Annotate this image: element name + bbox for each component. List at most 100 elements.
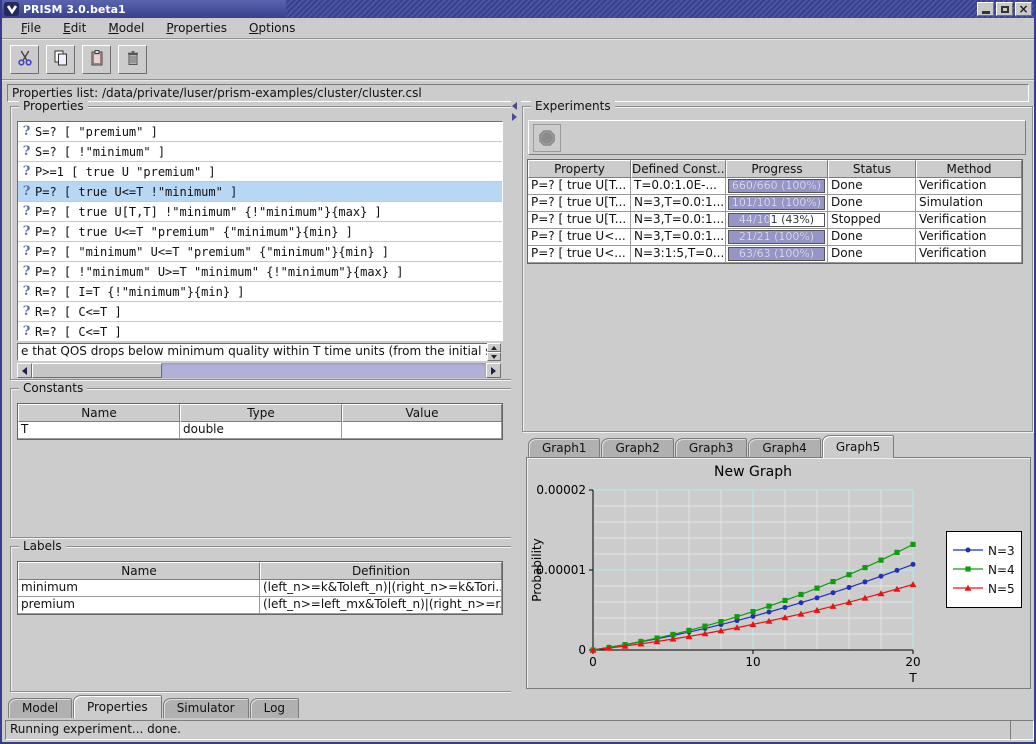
status-progress-region [1010, 720, 1034, 740]
experiment-property-cell[interactable]: P=? [ true U<... [528, 229, 631, 246]
property-row[interactable]: ?P>=1 [ true U "premium" ] [18, 162, 502, 182]
property-row[interactable]: ?R=? [ I=T {!"minimum"}{min} ] [18, 282, 502, 302]
labels-column-header[interactable]: Name [18, 562, 260, 580]
window-menu-icon[interactable] [4, 2, 19, 16]
experiment-status-cell[interactable]: Done [828, 246, 916, 263]
main-tab-properties[interactable]: Properties [73, 695, 162, 718]
property-row[interactable]: ?P=? [ !"minimum" U>=T "minimum" {!"mini… [18, 262, 502, 282]
property-row[interactable]: ?P=? [ true U<=T "premium" {"minimum"}{m… [18, 222, 502, 242]
experiments-column-header[interactable]: Progress [726, 160, 828, 178]
experiment-status-cell[interactable]: Done [828, 195, 916, 212]
experiment-property-cell[interactable]: P=? [ true U<... [528, 246, 631, 263]
stop-experiment-button[interactable] [533, 124, 561, 152]
menu-model[interactable]: Model [97, 19, 155, 37]
experiment-property-cell[interactable]: P=? [ true U[T... [528, 178, 631, 195]
experiment-progress-cell[interactable]: 21/21 (100%)21/21 (100%) [726, 229, 828, 246]
menu-edit[interactable]: Edit [52, 19, 97, 37]
labels-row[interactable]: minimum(left_n>=k&Toleft_n)|(right_n>=k&… [18, 580, 502, 597]
constants-row[interactable]: Tdouble [18, 422, 502, 439]
labels-column-header[interactable]: Definition [260, 562, 502, 580]
scroll-left-button[interactable] [17, 363, 32, 378]
property-row[interactable]: ?P=? [ "minimum" U<=T "premium" {"minimu… [18, 242, 502, 262]
main-tab-simulator[interactable]: Simulator [163, 698, 249, 718]
experiment-constants-cell[interactable]: N=3,T=0.0:1... [631, 212, 726, 229]
experiment-method-cell[interactable]: Simulation [916, 195, 1022, 212]
graph-tab-graph3[interactable]: Graph3 [675, 438, 747, 458]
experiment-row[interactable]: P=? [ true U[T...T=0.0:1.0E-...660/660 (… [528, 178, 1022, 195]
divider-arrows [512, 102, 517, 121]
main-tab-log[interactable]: Log [250, 698, 299, 718]
experiment-row[interactable]: P=? [ true U<...N=3:1:5,T=0...63/63 (100… [528, 246, 1022, 263]
progress-bar: 44/101 (43%)44/101 (43%) [728, 213, 825, 227]
experiment-method-cell[interactable]: Verification [916, 246, 1022, 263]
experiments-column-header[interactable]: Defined Const... [631, 160, 726, 178]
constants-cell[interactable]: double [180, 422, 342, 439]
experiment-status-cell[interactable]: Stopped [828, 212, 916, 229]
experiments-column-header[interactable]: Method [916, 160, 1022, 178]
experiment-progress-cell[interactable]: 101/101 (100%)101/101 (100%) [726, 195, 828, 212]
property-row[interactable]: ?R=? [ C<=T ] [18, 302, 502, 322]
menu-options[interactable]: Options [238, 19, 306, 37]
experiment-constants-cell[interactable]: N=3,T=0.0:1... [631, 195, 726, 212]
properties-list[interactable]: ?S=? [ "premium" ]?S=? [ !"minimum" ]?P>… [17, 121, 503, 341]
property-row[interactable]: ?P=? [ true U[T,T] !"minimum" {!"minimum… [18, 202, 502, 222]
constants-cell[interactable]: T [18, 422, 180, 439]
minimize-button[interactable] [977, 2, 994, 16]
scroll-thumb[interactable] [32, 363, 162, 378]
experiment-row[interactable]: P=? [ true U[T...N=3,T=0.0:1...101/101 (… [528, 195, 1022, 212]
property-row[interactable]: ?P=? [ true U<=T !"minimum" ] [18, 182, 502, 202]
constants-column-header[interactable]: Type [180, 404, 342, 422]
menu-file[interactable]: File [10, 19, 52, 37]
cut-button[interactable] [10, 45, 39, 74]
spinner-down-button[interactable] [487, 352, 501, 361]
experiment-method-cell[interactable]: Verification [916, 212, 1022, 229]
collapse-left-icon[interactable] [512, 102, 517, 110]
experiment-progress-cell[interactable]: 660/660 (100%)660/660 (100%) [726, 178, 828, 195]
graph-tab-graph1[interactable]: Graph1 [528, 438, 600, 458]
property-row[interactable]: ?S=? [ "premium" ] [18, 122, 502, 142]
labels-cell[interactable]: (left_n>=left_mx&Toleft_n)|(right_n>=r..… [260, 597, 502, 614]
experiment-status-cell[interactable]: Done [828, 178, 916, 195]
spinner-up-button[interactable] [487, 343, 501, 352]
close-button[interactable]: × [1015, 2, 1032, 16]
experiment-row[interactable]: P=? [ true U[T...N=3,T=0.0:1...44/101 (4… [528, 212, 1022, 229]
labels-row[interactable]: premium(left_n>=left_mx&Toleft_n)|(right… [18, 597, 502, 614]
constants-column-header[interactable]: Value [342, 404, 502, 422]
paste-button[interactable] [82, 45, 111, 74]
experiment-constants-cell[interactable]: T=0.0:1.0E-... [631, 178, 726, 195]
main-tab-model[interactable]: Model [8, 698, 72, 718]
property-comment-field[interactable]: e that QOS drops below minimum quality w… [17, 343, 491, 361]
menu-properties[interactable]: Properties [155, 19, 238, 37]
copy-button[interactable] [46, 45, 75, 74]
constants-cell[interactable] [342, 422, 502, 439]
experiment-constants-cell[interactable]: N=3,T=0.0:1... [631, 229, 726, 246]
experiment-status-cell[interactable]: Done [828, 229, 916, 246]
constants-column-header[interactable]: Name [18, 404, 180, 422]
experiment-method-cell[interactable]: Verification [916, 229, 1022, 246]
experiment-method-cell[interactable]: Verification [916, 178, 1022, 195]
scroll-right-button[interactable] [486, 363, 501, 378]
graph-tab-graph5[interactable]: Graph5 [822, 435, 894, 458]
experiments-column-header[interactable]: Property [528, 160, 631, 178]
progress-text-overlay: 63/63 (100%) [729, 248, 824, 260]
delete-button[interactable] [118, 45, 147, 74]
collapse-right-icon[interactable] [512, 113, 517, 121]
labels-cell[interactable]: (left_n>=k&Toleft_n)|(right_n>=k&Tori... [260, 580, 502, 597]
experiment-property-cell[interactable]: P=? [ true U[T... [528, 195, 631, 212]
experiment-progress-cell[interactable]: 44/101 (43%)44/101 (43%) [726, 212, 828, 229]
experiment-row[interactable]: P=? [ true U<...N=3,T=0.0:1...21/21 (100… [528, 229, 1022, 246]
experiment-property-cell[interactable]: P=? [ true U[T... [528, 212, 631, 229]
property-row[interactable]: ?S=? [ !"minimum" ] [18, 142, 502, 162]
labels-cell[interactable]: premium [18, 597, 260, 614]
titlebar[interactable]: PRISM 3.0.beta1 × [2, 0, 1034, 18]
experiment-progress-cell[interactable]: 63/63 (100%)63/63 (100%) [726, 246, 828, 263]
graph-tab-graph4[interactable]: Graph4 [748, 438, 820, 458]
scroll-track[interactable] [162, 363, 486, 378]
experiments-column-header[interactable]: Status [828, 160, 916, 178]
property-row[interactable]: ?R=? [ C<=T ] [18, 322, 502, 341]
labels-cell[interactable]: minimum [18, 580, 260, 597]
experiment-constants-cell[interactable]: N=3:1:5,T=0... [631, 246, 726, 263]
split-divider[interactable] [511, 100, 521, 694]
graph-tab-graph2[interactable]: Graph2 [601, 438, 673, 458]
maximize-button[interactable] [996, 2, 1013, 16]
